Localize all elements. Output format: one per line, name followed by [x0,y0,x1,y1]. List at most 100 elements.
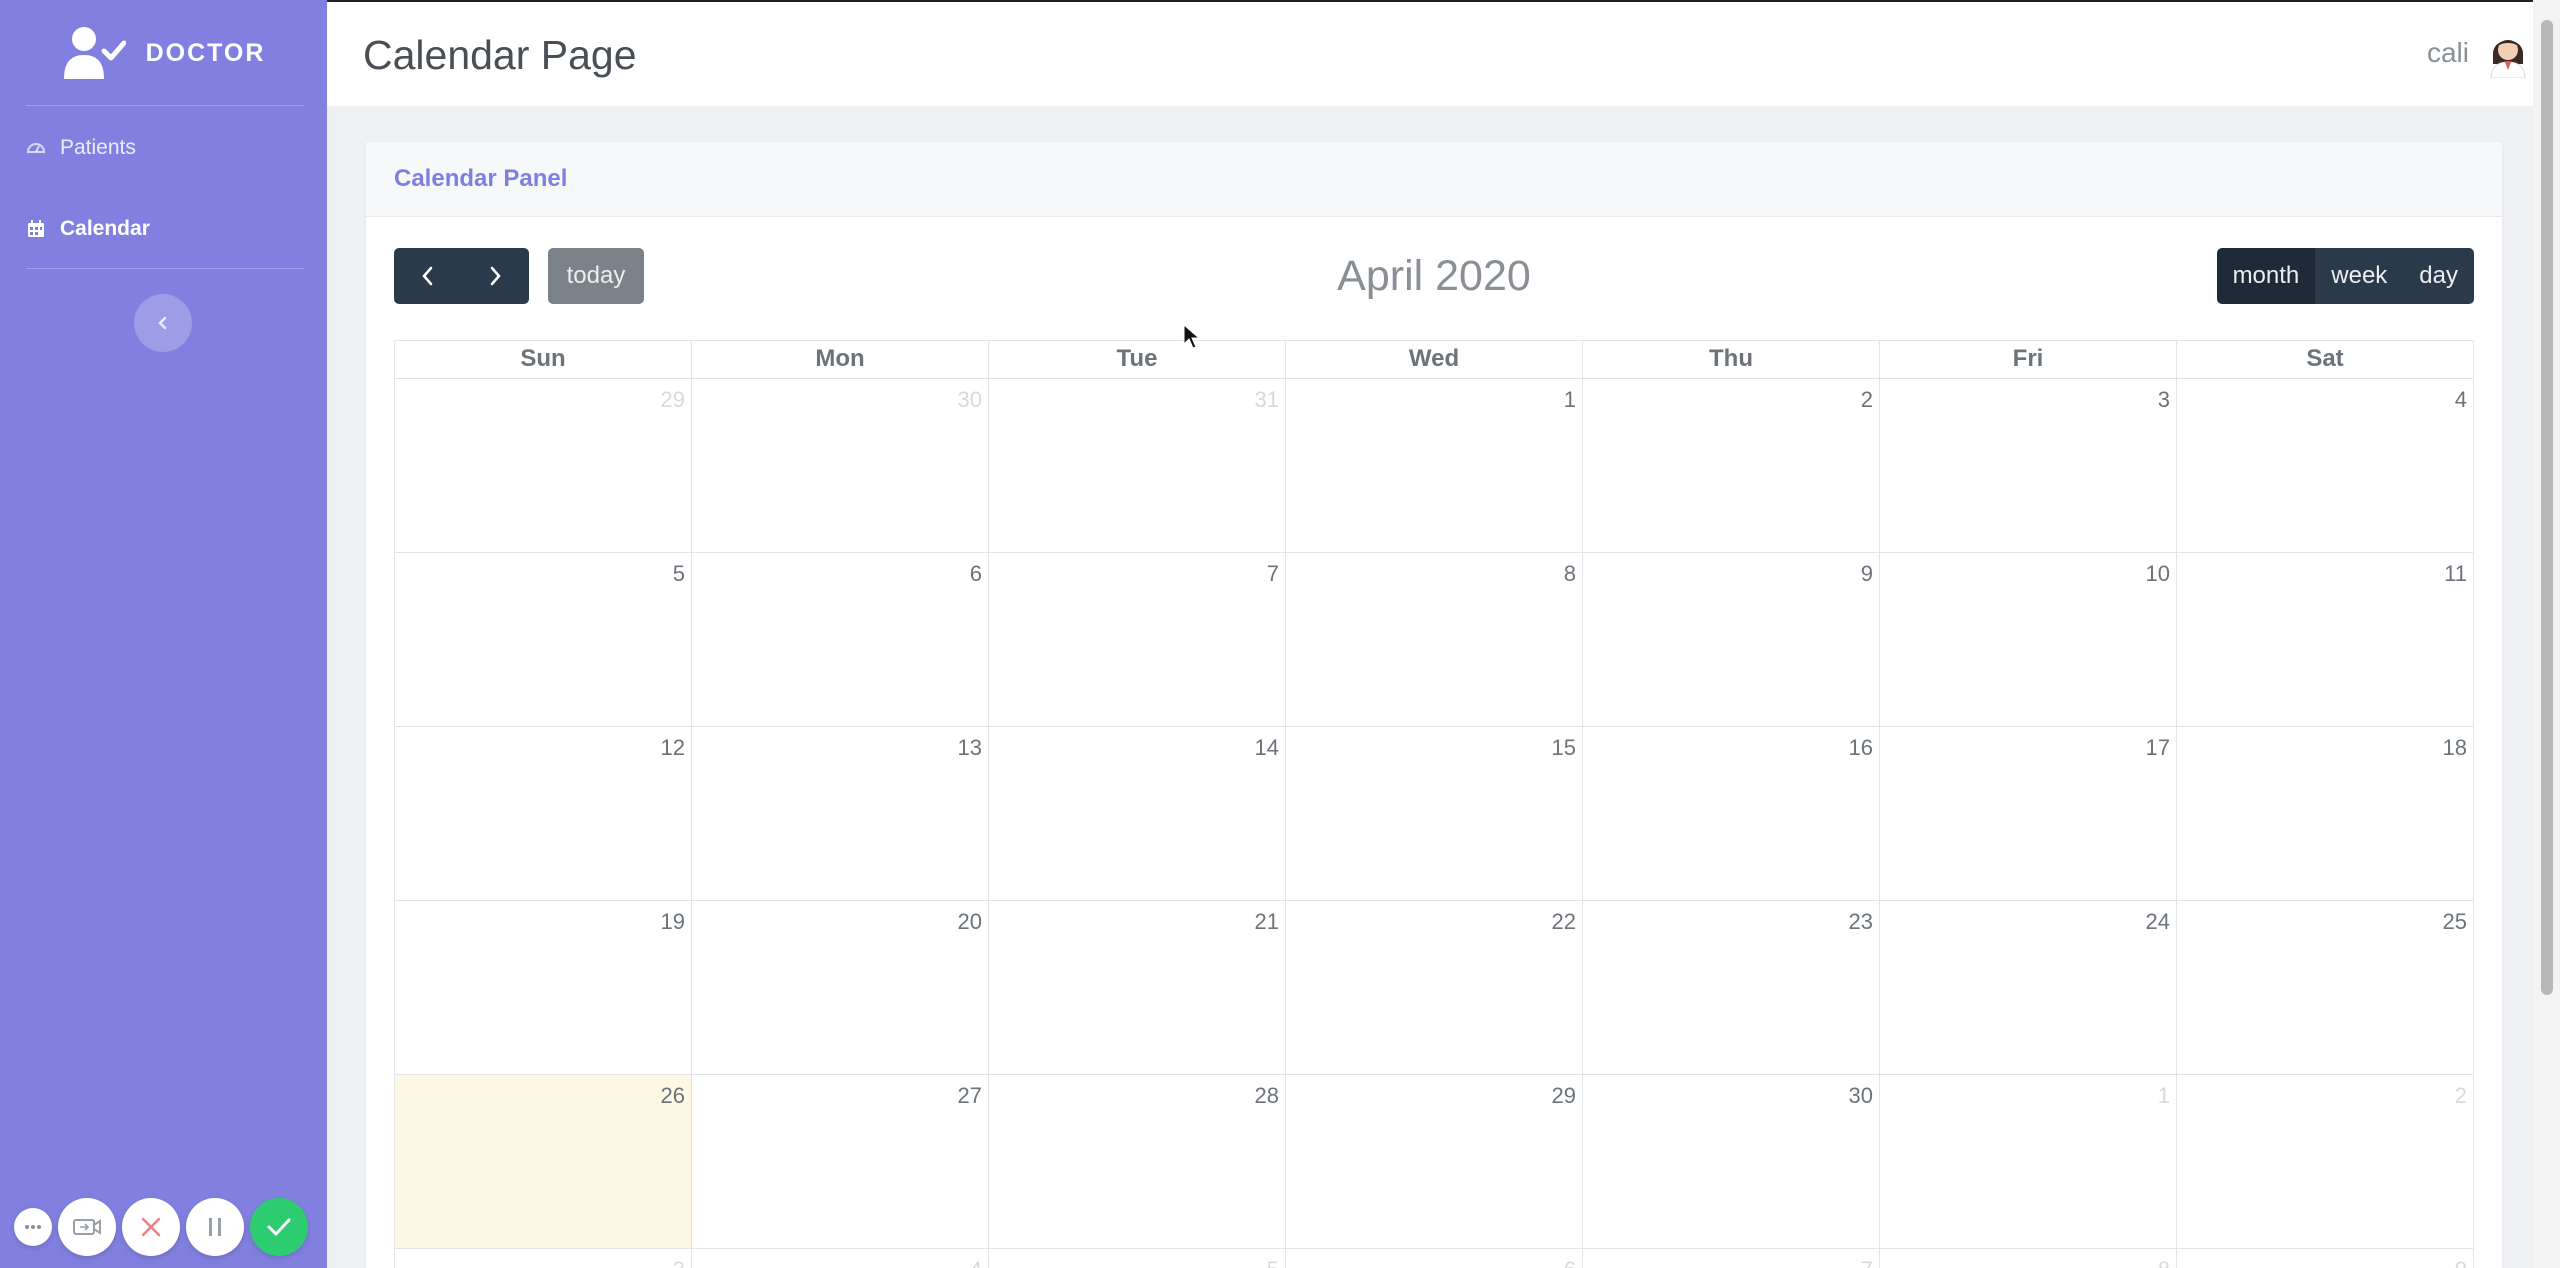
day-number[interactable]: 8 [1564,561,1576,587]
day-number[interactable]: 31 [1255,387,1279,413]
day-cell[interactable]: 15 [1286,727,1583,901]
pause-button[interactable] [186,1198,244,1256]
day-cell[interactable]: 19 [395,901,692,1075]
sidebar-item-calendar[interactable]: Calendar [26,209,150,249]
day-cell[interactable]: 20 [692,901,989,1075]
day-number[interactable]: 28 [1255,1083,1279,1109]
day-cell[interactable]: 11 [2177,553,2474,727]
day-cell[interactable]: 4 [692,1249,989,1268]
sidebar-collapse-button[interactable] [134,294,192,352]
day-number[interactable]: 5 [1267,1257,1279,1268]
day-cell[interactable]: 5 [395,553,692,727]
day-number[interactable]: 14 [1255,735,1279,761]
day-number[interactable]: 29 [1552,1083,1576,1109]
day-number[interactable]: 7 [1267,561,1279,587]
day-cell[interactable]: 14 [989,727,1286,901]
user-menu[interactable]: cali [2427,28,2533,78]
day-number[interactable]: 9 [2455,1257,2467,1268]
day-cell[interactable]: 16 [1583,727,1880,901]
day-number[interactable]: 5 [673,561,685,587]
day-number[interactable]: 4 [970,1257,982,1268]
day-cell[interactable]: 13 [692,727,989,901]
day-cell[interactable]: 30 [1583,1075,1880,1249]
day-cell[interactable]: 5 [989,1249,1286,1268]
day-number[interactable]: 21 [1255,909,1279,935]
day-cell[interactable]: 17 [1880,727,2177,901]
day-cell[interactable]: 7 [1583,1249,1880,1268]
day-number[interactable]: 15 [1552,735,1576,761]
day-cell[interactable]: 2 [1583,379,1880,553]
day-cell[interactable]: 3 [395,1249,692,1268]
day-cell[interactable]: 23 [1583,901,1880,1075]
day-cell[interactable]: 6 [692,553,989,727]
accept-call-button[interactable] [250,1198,308,1256]
day-cell-today[interactable]: 26 [395,1075,692,1249]
day-number[interactable]: 13 [958,735,982,761]
day-number[interactable]: 30 [958,387,982,413]
day-number[interactable]: 24 [2146,909,2170,935]
switch-camera-button[interactable] [58,1198,116,1256]
day-cell[interactable]: 9 [2177,1249,2474,1268]
day-number[interactable]: 17 [2146,735,2170,761]
day-cell[interactable]: 27 [692,1075,989,1249]
day-number[interactable]: 27 [958,1083,982,1109]
view-month-button[interactable]: month [2216,248,2316,304]
day-number[interactable]: 2 [2455,1083,2467,1109]
view-day-button[interactable]: day [2403,248,2474,304]
day-number[interactable]: 6 [1564,1257,1576,1268]
day-cell[interactable]: 7 [989,553,1286,727]
day-number[interactable]: 20 [958,909,982,935]
day-cell[interactable]: 31 [989,379,1286,553]
day-cell[interactable]: 4 [2177,379,2474,553]
day-cell[interactable]: 25 [2177,901,2474,1075]
day-number[interactable]: 19 [661,909,685,935]
day-cell[interactable]: 21 [989,901,1286,1075]
day-cell[interactable]: 30 [692,379,989,553]
day-number[interactable]: 8 [2158,1257,2170,1268]
day-number[interactable]: 9 [1861,561,1873,587]
day-number[interactable]: 16 [1849,735,1873,761]
day-number[interactable]: 12 [661,735,685,761]
day-cell[interactable]: 28 [989,1075,1286,1249]
day-number[interactable]: 26 [661,1083,685,1109]
day-number[interactable]: 18 [2443,735,2467,761]
page-scrollbar-thumb[interactable] [2541,20,2553,995]
day-number[interactable]: 6 [970,561,982,587]
day-number[interactable]: 11 [2444,561,2467,587]
day-number[interactable]: 1 [2158,1083,2170,1109]
day-cell[interactable]: 12 [395,727,692,901]
day-cell[interactable]: 22 [1286,901,1583,1075]
day-number[interactable]: 3 [673,1257,685,1268]
brand[interactable]: DOCTOR [0,0,327,106]
day-cell[interactable]: 18 [2177,727,2474,901]
day-cell[interactable]: 1 [1286,379,1583,553]
day-cell[interactable]: 29 [395,379,692,553]
day-cell[interactable]: 29 [1286,1075,1583,1249]
day-cell[interactable]: 6 [1286,1249,1583,1268]
day-number[interactable]: 10 [2146,561,2170,587]
sidebar-item-patients[interactable]: Patients [26,128,136,168]
day-number[interactable]: 23 [1849,909,1873,935]
day-cell[interactable]: 9 [1583,553,1880,727]
day-number[interactable]: 1 [1564,387,1576,413]
more-options-button[interactable] [14,1208,52,1246]
end-call-button[interactable] [122,1198,180,1256]
day-cell[interactable]: 1 [1880,1075,2177,1249]
day-cell[interactable]: 2 [2177,1075,2474,1249]
view-week-button[interactable]: week [2315,248,2404,304]
day-number[interactable]: 3 [2158,387,2170,413]
day-cell[interactable]: 8 [1880,1249,2177,1268]
weekday-label: Wed [1286,341,1583,379]
day-number[interactable]: 29 [661,387,685,413]
day-number[interactable]: 4 [2455,387,2467,413]
day-cell[interactable]: 10 [1880,553,2177,727]
day-number[interactable]: 30 [1849,1083,1873,1109]
day-cell[interactable]: 3 [1880,379,2177,553]
day-number[interactable]: 7 [1861,1257,1873,1268]
day-cell[interactable]: 8 [1286,553,1583,727]
day-cell[interactable]: 24 [1880,901,2177,1075]
pause-icon [209,1218,221,1236]
day-number[interactable]: 2 [1861,387,1873,413]
day-number[interactable]: 25 [2443,909,2467,935]
day-number[interactable]: 22 [1552,909,1576,935]
